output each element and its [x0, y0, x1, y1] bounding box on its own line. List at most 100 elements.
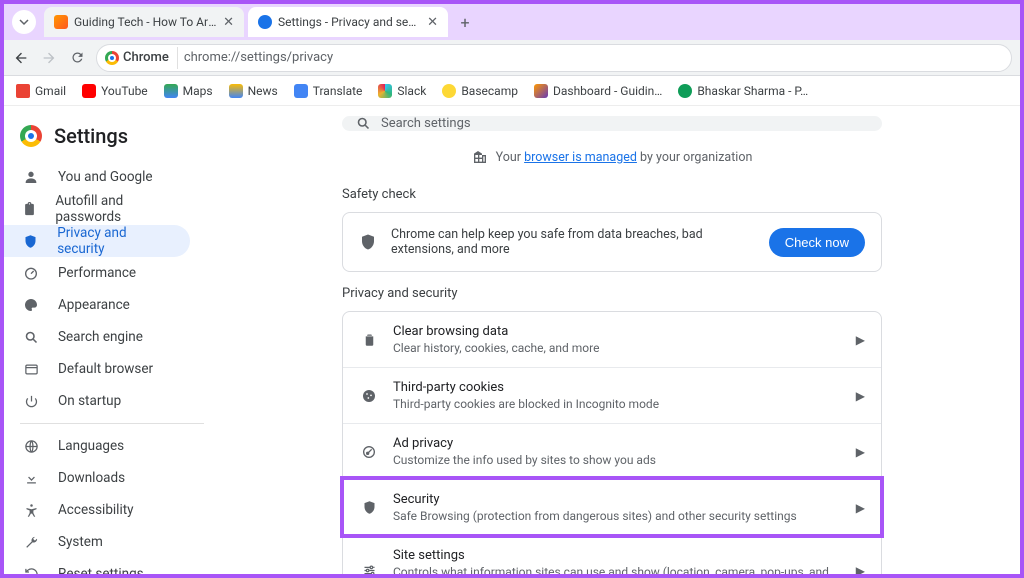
- bookmark-label: Basecamp: [461, 84, 518, 98]
- sidebar-item-search-engine[interactable]: Search engine: [4, 321, 190, 353]
- sidebar-item-label: Autofill and passwords: [55, 193, 172, 225]
- bookmark-basecamp[interactable]: Basecamp: [442, 84, 518, 98]
- bookmark-profile[interactable]: Bhaskar Sharma - P…: [678, 84, 808, 98]
- row-third-party-cookies[interactable]: Third-party cookiesThird-party cookies a…: [343, 367, 881, 423]
- sidebar-item-label: On startup: [58, 393, 121, 409]
- building-icon: [472, 149, 488, 165]
- sidebar-item-accessibility[interactable]: Accessibility: [4, 494, 190, 526]
- sidebar-item-appearance[interactable]: Appearance: [4, 289, 190, 321]
- sliders-icon: [359, 563, 379, 574]
- bookmark-translate[interactable]: Translate: [294, 84, 363, 98]
- sidebar-header: Settings: [4, 118, 204, 160]
- news-icon: [229, 84, 243, 98]
- bookmark-slack[interactable]: Slack: [378, 84, 426, 98]
- row-site-settings[interactable]: Site settings Controls what information s…: [343, 535, 881, 574]
- tab-settings[interactable]: Settings - Privacy and security ✕: [248, 7, 448, 37]
- sidebar-item-downloads[interactable]: Downloads: [4, 462, 190, 494]
- bookmark-maps[interactable]: Maps: [164, 84, 213, 98]
- chrome-icon: [105, 51, 119, 65]
- back-button[interactable]: [12, 49, 30, 67]
- row-title: Ad privacy: [393, 436, 842, 451]
- trash-icon: [359, 332, 379, 347]
- row-ad-privacy[interactable]: Ad privacyCustomize the info used by sit…: [343, 423, 881, 479]
- section-privacy-security: Privacy and security: [342, 286, 882, 301]
- sidebar-item-label: Languages: [58, 438, 124, 454]
- reset-icon: [22, 567, 40, 575]
- chevron-right-icon: ▶: [856, 445, 865, 459]
- sidebar-item-on-startup[interactable]: On startup: [4, 385, 190, 417]
- bookmark-label: Slack: [397, 84, 426, 98]
- sidebar-item-label: Search engine: [58, 329, 143, 345]
- sidebar-item-privacy-security[interactable]: Privacy and security: [4, 225, 190, 257]
- bookmark-dashboard[interactable]: Dashboard - Guidin…: [534, 84, 662, 98]
- tab-guiding-tech[interactable]: Guiding Tech - How To Articles ✕: [44, 7, 244, 37]
- sidebar-scroll[interactable]: You and Google Autofill and passwords Pr…: [4, 160, 204, 574]
- managed-link[interactable]: browser is managed: [524, 150, 637, 165]
- shield-icon: [359, 500, 379, 515]
- sidebar-item-label: Reset settings: [58, 566, 144, 574]
- page-title: Settings: [54, 124, 128, 148]
- row-security[interactable]: SecuritySafe Browsing (protection from d…: [343, 479, 881, 535]
- bookmark-label: Dashboard - Guidin…: [553, 84, 662, 98]
- bookmark-gmail[interactable]: Gmail: [16, 84, 66, 98]
- sidebar-item-reset-settings[interactable]: Reset settings: [4, 558, 190, 574]
- tab-title: Settings - Privacy and security: [278, 15, 421, 29]
- close-icon[interactable]: ✕: [427, 15, 438, 30]
- bookmark-news[interactable]: News: [229, 84, 278, 98]
- translate-icon: [294, 84, 308, 98]
- section-safety-check: Safety check: [342, 187, 882, 202]
- omnibox-chip-label: Chrome: [123, 50, 169, 65]
- tab-title: Guiding Tech - How To Articles: [74, 15, 217, 29]
- omnibox-url: chrome://settings/privacy: [184, 50, 333, 65]
- sidebar-item-label: Performance: [58, 265, 136, 281]
- row-clear-browsing-data[interactable]: Clear browsing dataClear history, cookie…: [343, 312, 881, 367]
- sidebar-item-label: You and Google: [58, 169, 153, 185]
- sidebar-item-label: Default browser: [58, 361, 153, 377]
- bookmark-youtube[interactable]: YouTube: [82, 84, 148, 98]
- sidebar-item-label: Privacy and security: [57, 225, 172, 257]
- arrow-right-icon: [41, 50, 57, 66]
- check-now-button[interactable]: Check now: [769, 228, 865, 257]
- bookmark-label: Translate: [313, 84, 363, 98]
- chevron-down-icon: [19, 17, 29, 27]
- bookmark-label: Maps: [183, 84, 213, 98]
- row-subtitle: Controls what information sites can use …: [393, 565, 842, 574]
- new-tab-button[interactable]: +: [452, 9, 478, 35]
- settings-content: Settings You and Google Autofill and pas…: [4, 106, 1020, 574]
- browser-icon: [22, 362, 40, 377]
- download-icon: [22, 471, 40, 486]
- omnibox[interactable]: Chrome chrome://settings/privacy: [96, 44, 1012, 72]
- sidebar-item-performance[interactable]: Performance: [4, 257, 190, 289]
- sidebar-item-default-browser[interactable]: Default browser: [4, 353, 190, 385]
- gear-icon: [258, 15, 272, 29]
- gmail-icon: [16, 84, 30, 98]
- chevron-right-icon: ▶: [856, 333, 865, 347]
- row-title: Security: [393, 492, 842, 507]
- toolbar: Chrome chrome://settings/privacy: [4, 40, 1020, 76]
- sidebar-item-system[interactable]: System: [4, 526, 190, 558]
- chevron-right-icon: ▶: [856, 501, 865, 515]
- arrow-left-icon: [13, 50, 29, 66]
- sidebar-item-autofill[interactable]: Autofill and passwords: [4, 193, 190, 225]
- sidebar-item-you-and-google[interactable]: You and Google: [4, 161, 190, 193]
- search-icon: [22, 330, 40, 345]
- sidebar-item-label: Appearance: [58, 297, 130, 313]
- search-settings-input[interactable]: Search settings: [342, 116, 882, 131]
- youtube-icon: [82, 84, 96, 98]
- sidebar-item-label: Accessibility: [58, 502, 134, 518]
- forward-button[interactable]: [40, 49, 58, 67]
- bookmark-label: YouTube: [101, 84, 148, 98]
- row-subtitle: Clear history, cookies, cache, and more: [393, 341, 842, 355]
- tab-search-button[interactable]: [12, 10, 36, 34]
- palette-icon: [22, 297, 40, 313]
- row-title: Site settings: [393, 548, 842, 563]
- maps-icon: [164, 84, 178, 98]
- ad-icon: [359, 444, 379, 460]
- reload-icon: [70, 50, 85, 65]
- power-icon: [22, 394, 40, 409]
- sidebar-item-label: System: [58, 534, 103, 550]
- main-panel: Search settings Your browser is managed …: [204, 106, 1020, 574]
- sidebar-item-languages[interactable]: Languages: [4, 430, 190, 462]
- reload-button[interactable]: [68, 49, 86, 67]
- close-icon[interactable]: ✕: [223, 15, 234, 30]
